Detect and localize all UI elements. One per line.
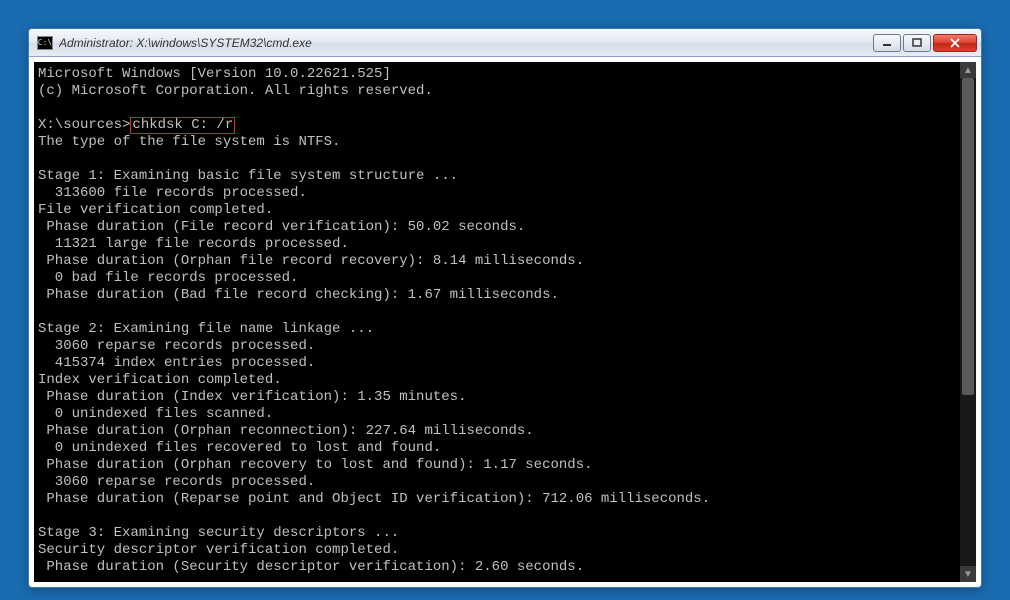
scroll-thumb[interactable] [962, 78, 974, 395]
scrollbar[interactable]: ▲ ▼ [960, 62, 976, 582]
minimize-button[interactable] [873, 34, 901, 52]
titlebar[interactable]: C:\ Administrator: X:\windows\SYSTEM32\c… [29, 29, 981, 57]
console-wrap: Microsoft Windows [Version 10.0.22621.52… [29, 57, 981, 587]
maximize-button[interactable] [903, 34, 931, 52]
scroll-track[interactable] [960, 78, 976, 566]
command-highlight: chkdsk C: /r [130, 117, 235, 134]
console-output[interactable]: Microsoft Windows [Version 10.0.22621.52… [34, 62, 960, 582]
close-button[interactable] [933, 34, 977, 52]
cmd-window: C:\ Administrator: X:\windows\SYSTEM32\c… [28, 28, 982, 588]
cmd-icon: C:\ [37, 36, 53, 50]
scroll-down-icon[interactable]: ▼ [960, 566, 976, 582]
window-controls [873, 34, 977, 52]
window-title: Administrator: X:\windows\SYSTEM32\cmd.e… [59, 36, 873, 50]
scroll-up-icon[interactable]: ▲ [960, 62, 976, 78]
